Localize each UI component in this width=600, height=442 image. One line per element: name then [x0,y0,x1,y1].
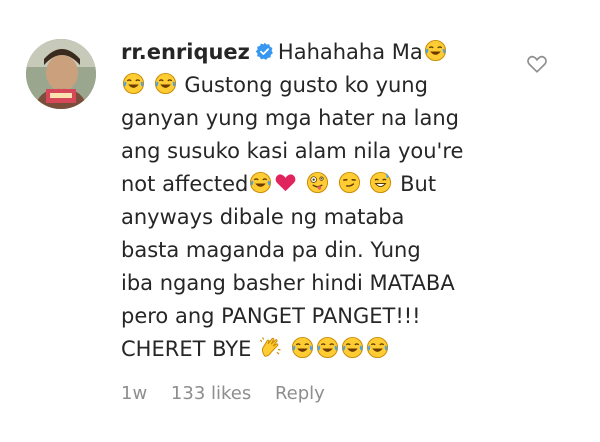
like-count[interactable]: 133 likes [171,383,251,404]
comment-line-6: anyways dibale ng mataba [121,205,405,229]
username-link[interactable]: rr.enriquez [121,40,250,64]
comment-text: But [400,172,437,196]
heart-outline-icon [527,55,547,73]
comment-line-4: ang susuko kasi alam nila you're [121,139,464,163]
comment-line-5: not affected But [121,168,511,201]
comment-line-8: iba ngang basher hindi MATABA [121,271,455,295]
comment-line-1: rr.enriquez Hahahaha Ma [121,36,511,69]
comment-line-10: CHERET BYE [121,333,511,366]
comment-line-7: basta maganda pa din. Yung [121,238,421,262]
comment-text: Hahahaha Ma [277,40,423,64]
smirking-face-icon [338,171,361,194]
face-with-tears-of-joy-icon [366,336,389,359]
face-with-tears-of-joy-icon [291,336,314,359]
clapping-hands-icon [259,336,282,359]
face-with-tears-of-joy-icon [154,72,177,95]
reply-button[interactable]: Reply [275,383,325,404]
comment-line-2: Gustong gusto ko yung [121,69,511,102]
comment-text: Gustong gusto ko yung [184,73,428,97]
comment-meta: 1w 133 likes Reply [121,381,343,407]
face-with-tears-of-joy-icon [122,72,145,95]
face-with-tears-of-joy-icon [424,39,447,62]
comment-text: CHERET BYE [121,337,252,361]
face-with-tears-of-joy-icon [316,336,339,359]
avatar-photo [26,39,96,109]
comment-line-9: pero ang PANGET PANGET!!! [121,304,421,328]
profile-avatar[interactable] [26,39,96,109]
zany-face-icon [306,171,329,194]
comment: rr.enriquez Hahahaha Ma Gustong gusto ko … [0,0,600,442]
red-heart-icon [274,171,297,194]
comment-text: not affected [121,172,249,196]
comment-age[interactable]: 1w [121,383,147,404]
verified-badge-icon [255,42,274,61]
face-with-tears-of-joy-icon [249,171,272,194]
comment-line-3: ganyan yung mga hater na lang [121,106,460,130]
comment-body: rr.enriquez Hahahaha Ma Gustong gusto ko … [121,36,511,366]
grinning-sweat-face-icon [369,171,392,194]
like-comment-button[interactable] [526,53,548,75]
face-with-tears-of-joy-icon [341,336,364,359]
